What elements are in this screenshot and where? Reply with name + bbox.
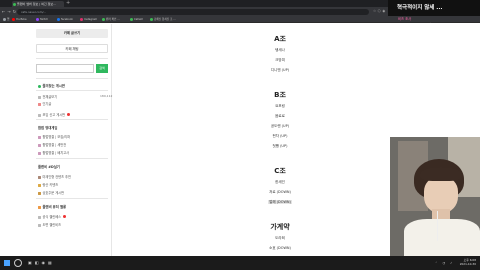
group-title: 가계약 bbox=[270, 223, 290, 231]
taskbar-apps[interactable]: ▣◧◉▦ bbox=[28, 256, 55, 270]
bookmark-item[interactable]: 팬카 확인 ... bbox=[102, 16, 120, 23]
bookmark-item[interactable]: facebook bbox=[57, 16, 73, 23]
board-icon bbox=[38, 143, 41, 147]
star-icon bbox=[38, 183, 41, 187]
bookmark-label: 앱 bbox=[7, 18, 10, 21]
board-link[interactable]: 상호주문 게시판 bbox=[38, 190, 64, 195]
earphone-wire bbox=[437, 211, 438, 241]
nav-buttons[interactable]: ←→↻ bbox=[2, 7, 18, 16]
member-name: 디니엔 (UP) bbox=[270, 68, 290, 72]
board-icon bbox=[38, 135, 41, 139]
taskbar-clock[interactable]: 오후 6:08 2021-10-30 bbox=[460, 258, 476, 266]
bookmark-label: 팬카 확인 ... bbox=[106, 18, 120, 21]
favorite-boards-header[interactable]: 즐겨찾는 게시판 bbox=[38, 83, 65, 88]
bookmark-label: CafeLV bbox=[134, 18, 143, 21]
bookmark-icon bbox=[36, 17, 39, 21]
bookmark-label: Instagram bbox=[84, 18, 98, 21]
bookmark-icon bbox=[57, 17, 60, 21]
group-title: B조 bbox=[274, 91, 286, 99]
bookmark-label: 김해신 합쳐진 조 ... bbox=[154, 18, 176, 21]
board-link[interactable]: 공식 챌린베스 bbox=[38, 214, 66, 219]
box-icon bbox=[38, 191, 41, 195]
write-post-button[interactable]: 카페 글쓰기 bbox=[36, 29, 108, 38]
board-link[interactable]: 합법명결 | 모집/리퍼 bbox=[38, 134, 70, 139]
bookmark-item[interactable]: 김해신 합쳐진 조 ... bbox=[150, 16, 176, 23]
divider bbox=[36, 78, 108, 79]
divider bbox=[36, 119, 108, 120]
member-name: 공도렌 (UP) bbox=[270, 124, 290, 128]
divider bbox=[36, 58, 108, 59]
all-posts-link[interactable]: 전체글보기 bbox=[38, 94, 57, 99]
bookmark-icon bbox=[80, 17, 83, 21]
board-link[interactable]: 합법명결 | 세번전 bbox=[38, 142, 66, 147]
divider bbox=[36, 198, 108, 199]
new-tab-icon[interactable]: + bbox=[66, 0, 70, 7]
group-title: C조 bbox=[274, 167, 286, 175]
cafe-chat-button[interactable]: 카페 채팅 bbox=[36, 44, 108, 53]
cafe-search-button[interactable]: 검색 bbox=[96, 64, 108, 73]
section-header: 플랜비 #D실기 bbox=[38, 165, 60, 169]
bookmark-icon bbox=[3, 17, 6, 21]
system-tray[interactable]: ⌃ ◔ ♪ bbox=[435, 256, 454, 270]
group-title: A조 bbox=[274, 35, 286, 43]
bookmark-item[interactable]: 앱 bbox=[3, 16, 9, 23]
start-button-icon[interactable] bbox=[4, 260, 10, 266]
board-link[interactable]: 합법명결 | 배치고사 bbox=[38, 150, 69, 155]
search-icon[interactable] bbox=[14, 259, 22, 267]
member-name: 저로 (DOWN) bbox=[269, 190, 291, 194]
board-link[interactable]: 마계인형 컨텐츠 추천 bbox=[38, 174, 71, 179]
member-name: 소호 (DOWN) bbox=[269, 246, 291, 250]
member-name: 도라희 bbox=[275, 236, 285, 240]
member-name: 펀차 (UP) bbox=[272, 134, 288, 138]
webcam-overlay bbox=[390, 137, 480, 256]
board-icon bbox=[38, 223, 41, 227]
cafe-search-input[interactable] bbox=[36, 64, 94, 73]
url-field[interactable]: cafe.naver.com/... bbox=[17, 8, 369, 15]
fire-icon bbox=[38, 102, 41, 106]
bookmark-item[interactable]: YouTube bbox=[12, 16, 27, 23]
bookmark-item[interactable]: Instagram bbox=[80, 16, 97, 23]
bookmark-item[interactable]: Twitch bbox=[36, 16, 48, 23]
bookmark-icon bbox=[102, 17, 105, 21]
bookmark-label: YouTube bbox=[16, 18, 27, 21]
section-header: 합법 명대게임 bbox=[38, 126, 58, 130]
stream-title-overlay: 혁극적이지 않세 ... bbox=[388, 0, 480, 16]
board-icon bbox=[38, 113, 41, 117]
all-posts-count: 189,112 bbox=[100, 94, 113, 98]
board-icon bbox=[38, 151, 41, 155]
member-name: 한새인 bbox=[275, 180, 285, 184]
board-link[interactable]: 랑산 키텐즈 bbox=[38, 182, 58, 187]
bookmark-label: Twitch bbox=[40, 18, 49, 21]
clock-date: 2021-10-30 bbox=[459, 262, 476, 266]
divider bbox=[36, 158, 108, 159]
bookmark-icon bbox=[150, 17, 153, 21]
game-icon bbox=[38, 175, 41, 179]
extension-icons[interactable]: ☆⬡◉ bbox=[373, 7, 387, 16]
member-name-highlighted: 얼해 (DOWN) bbox=[268, 200, 292, 204]
trophy-icon bbox=[38, 205, 41, 209]
divider bbox=[36, 90, 108, 91]
cafe-favicon-icon bbox=[13, 2, 16, 6]
member-name: 첫빵 (UP) bbox=[272, 144, 288, 148]
report-board-link[interactable]: 모임 신고 게시판 bbox=[38, 112, 70, 117]
member-name: 크망피 bbox=[275, 58, 285, 62]
board-icon bbox=[38, 215, 41, 219]
star-icon bbox=[38, 84, 41, 88]
bookmark-label: facebook bbox=[61, 18, 73, 21]
member-name: 탱세나 bbox=[275, 48, 285, 52]
new-badge bbox=[62, 215, 66, 219]
bookmark-icon bbox=[130, 17, 133, 21]
section-header: 플랜비 퓨처 챌롱 bbox=[38, 204, 66, 209]
board-link[interactable]: 도면 챌린비즈 bbox=[38, 222, 61, 227]
tab-title: 플랜비 멤버 정보 | 여긴 정보... bbox=[17, 2, 56, 6]
taskbar: ▣◧◉▦ ⌃ ◔ ♪ 오후 6:08 2021-10-30 bbox=[0, 256, 480, 270]
bookmark-item[interactable]: CafeLV bbox=[130, 16, 143, 23]
cafe-sidebar: 카페 글쓰기 카페 채팅 검색 즐겨찾는 게시판 전체글보기 189,112 인… bbox=[34, 24, 112, 256]
list-icon bbox=[38, 95, 41, 99]
new-badge bbox=[66, 113, 70, 117]
member-name: 음로로 bbox=[275, 114, 285, 118]
member-name: 요포링 bbox=[275, 104, 285, 108]
bookmark-icon bbox=[12, 17, 15, 21]
popular-posts-link[interactable]: 인기글 bbox=[38, 101, 51, 106]
